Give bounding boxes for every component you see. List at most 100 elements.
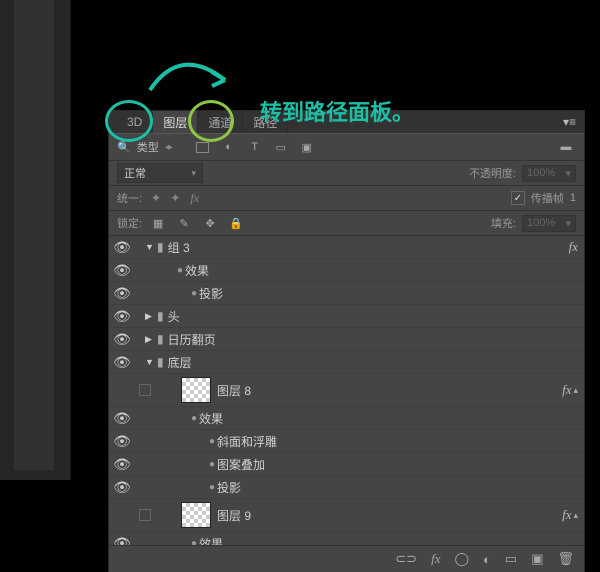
document-frame <box>0 0 71 480</box>
chevron-down-icon[interactable]: ▼ <box>145 357 157 367</box>
filter-pixel-icon[interactable] <box>193 138 213 156</box>
delete-layer-icon[interactable]: 🗑 <box>557 551 574 567</box>
chevron-down-icon: ▾ <box>191 168 196 179</box>
layer-row-fx[interactable]: 👁 ● 效果 <box>109 259 584 282</box>
unify-label: 统一: <box>117 190 142 206</box>
chevron-right-icon[interactable]: ▶ <box>145 334 157 345</box>
filter-shape-icon[interactable]: ▭ <box>271 138 291 156</box>
unify-visibility-icon[interactable]: ✦ <box>167 191 183 205</box>
layer-row-fx-item[interactable]: 👁 ● 斜面和浮雕 <box>109 430 584 453</box>
filter-toggle-switch[interactable]: ▬ <box>556 138 576 156</box>
fx-label: 效果 <box>199 535 223 546</box>
opacity-value-input[interactable]: 100%▾ <box>522 165 576 182</box>
unify-style-icon[interactable]: fx <box>187 191 203 206</box>
propagate-frame-checkbox[interactable]: ✓ <box>511 191 525 205</box>
unify-position-icon[interactable]: ✦ <box>148 191 164 205</box>
fx-item-label: 投影 <box>199 285 223 302</box>
filter-kind-label[interactable]: 类型 <box>137 139 159 155</box>
layer-mask-icon[interactable]: ◯ <box>454 551 469 567</box>
fx-badge[interactable]: fx <box>562 507 571 523</box>
layer-thumbnail[interactable] <box>181 502 211 528</box>
layer-row-fx-item[interactable]: 👁 ● 投影 <box>109 282 584 305</box>
visibility-toggle[interactable]: 👁 <box>109 433 135 450</box>
visibility-toggle[interactable]: 👁 <box>109 535 135 546</box>
panel-menu-icon[interactable]: ▾≡ <box>555 115 584 129</box>
layer-name: 组 3 <box>168 239 190 256</box>
link-column[interactable] <box>135 384 155 396</box>
visibility-toggle[interactable]: 👁 <box>109 456 135 473</box>
layer-thumbnail[interactable] <box>181 377 211 403</box>
new-layer-icon[interactable]: ▣ <box>531 551 543 567</box>
chevron-up-icon[interactable]: ▴ <box>573 385 578 396</box>
visibility-toggle[interactable]: 👁 <box>109 410 135 427</box>
layer-name: 底层 <box>168 354 192 371</box>
lock-pixels-icon[interactable]: ✎ <box>174 214 194 232</box>
filter-type-icon[interactable]: T <box>245 138 265 156</box>
layer-list[interactable]: 👁 ▼ ▮ 组 3 fx 👁 ● 效果 👁 ● 投影 👁 ▶ ▮ 头 <box>109 236 584 545</box>
tab-3d[interactable]: 3D <box>117 112 153 132</box>
tab-channels[interactable]: 通道 <box>198 111 243 134</box>
visibility-toggle[interactable]: 👁 <box>109 479 135 496</box>
layer-style-icon[interactable]: fx <box>431 551 440 567</box>
visibility-toggle[interactable]: 👁 <box>109 285 135 302</box>
fill-value-input[interactable]: 100%▾ <box>522 215 576 232</box>
lock-transparent-icon[interactable]: ▦ <box>148 214 168 232</box>
lock-all-icon[interactable]: 🔒 <box>226 214 246 232</box>
visibility-toggle[interactable]: 👁 <box>109 331 135 348</box>
layer-row-fx[interactable]: 👁 ● 效果 <box>109 532 584 545</box>
folder-icon: ▮ <box>157 332 164 346</box>
blend-opacity-row: 正常 ▾ 不透明度: 100%▾ <box>109 161 584 186</box>
blend-mode-value: 正常 <box>124 165 146 181</box>
folder-icon: ▮ <box>157 309 164 323</box>
fx-item-label: 投影 <box>217 479 241 496</box>
new-group-icon[interactable]: ▭ <box>505 551 517 567</box>
visibility-toggle[interactable]: 👁 <box>109 382 135 399</box>
fx-item-label: 斜面和浮雕 <box>217 433 277 450</box>
visibility-toggle[interactable]: 👁 <box>109 308 135 325</box>
layer-row-fx-item[interactable]: 👁 ● 投影 <box>109 476 584 499</box>
filter-smart-icon[interactable]: ▣ <box>297 138 317 156</box>
visibility-toggle[interactable]: 👁 <box>109 239 135 256</box>
layer-name: 图层 9 <box>217 507 251 524</box>
folder-icon: ▮ <box>157 355 164 369</box>
layer-row-group[interactable]: 👁 ▼ ▮ 组 3 fx <box>109 236 584 259</box>
fx-badge[interactable]: fx <box>569 239 578 255</box>
unify-icons: ✦ ✦ fx <box>148 191 203 206</box>
layer-row-fx-item[interactable]: 👁 ● 图案叠加 <box>109 453 584 476</box>
layer-panel-footer: ⊂⊃ fx ◯ ◐ ▭ ▣ 🗑 <box>109 545 584 572</box>
visibility-toggle[interactable]: 👁 <box>109 507 135 524</box>
layer-row-group[interactable]: 👁 ▶ ▮ 头 <box>109 305 584 328</box>
link-layers-icon[interactable]: ⊂⊃ <box>395 551 417 567</box>
layer-row-fx[interactable]: 👁 ● 效果 <box>109 407 584 430</box>
folder-icon: ▮ <box>157 240 164 254</box>
filter-adjust-icon[interactable]: ◐ <box>219 138 239 156</box>
fx-label: 效果 <box>199 410 223 427</box>
layer-row[interactable]: 👁 图层 8 fx ▴ <box>109 374 584 407</box>
layer-row-group[interactable]: 👁 ▶ ▮ 日历翻页 <box>109 328 584 351</box>
chevron-up-icon[interactable]: ▴ <box>573 510 578 521</box>
layer-row[interactable]: 👁 图层 9 fx ▴ <box>109 499 584 532</box>
canvas-area[interactable] <box>14 0 54 470</box>
lock-position-icon[interactable]: ✥ <box>200 214 220 232</box>
chevron-right-icon[interactable]: ▶ <box>145 311 157 322</box>
layers-panel: 3D 图层 通道 路径 ▾≡ 🔍 类型 ◂▸ ◐ T ▭ ▣ ▬ 正常 ▾ 不透… <box>108 110 585 572</box>
chevron-down-icon[interactable]: ▼ <box>145 242 157 252</box>
tab-layers[interactable]: 图层 <box>153 111 198 134</box>
visibility-toggle[interactable]: 👁 <box>109 354 135 371</box>
visibility-toggle[interactable]: 👁 <box>109 262 135 279</box>
layer-filter-toolbar: 🔍 类型 ◂▸ ◐ T ▭ ▣ ▬ <box>109 133 584 161</box>
blend-mode-select[interactable]: 正常 ▾ <box>117 163 203 183</box>
adjustment-layer-icon[interactable]: ◐ <box>483 552 491 567</box>
layer-name: 图层 8 <box>217 382 251 399</box>
filter-kind-icon[interactable]: 🔍 <box>117 141 131 154</box>
fx-badge[interactable]: fx <box>562 382 571 398</box>
fx-item-label: 图案叠加 <box>217 456 265 473</box>
annotation-arrow <box>140 40 240 100</box>
tab-paths[interactable]: 路径 <box>243 111 288 134</box>
link-column[interactable] <box>135 509 155 521</box>
layer-name: 日历翻页 <box>168 331 216 348</box>
layer-row-group[interactable]: 👁 ▼ ▮ 底层 <box>109 351 584 374</box>
filter-kind-chevron-icon[interactable]: ◂▸ <box>165 142 171 153</box>
propagate-frame-label: 传播帧 <box>531 190 564 206</box>
layer-name: 头 <box>168 308 180 325</box>
